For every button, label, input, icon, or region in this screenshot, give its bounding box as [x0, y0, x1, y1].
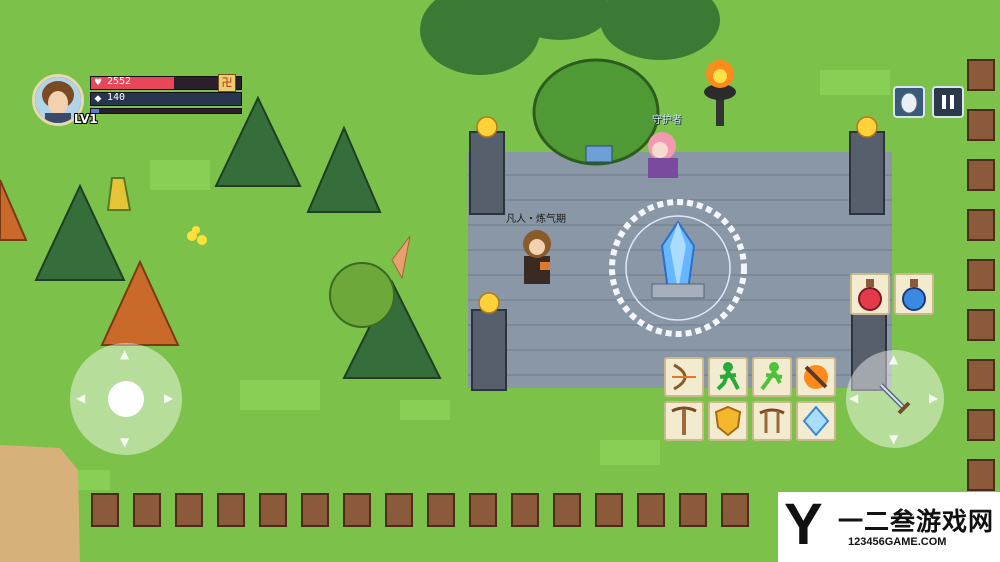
joystick-knob[interactable]	[108, 381, 144, 417]
mana-icon: ◆	[94, 94, 102, 104]
arrow-down-icon: ▼	[889, 432, 899, 446]
skill-slot-6[interactable]	[708, 401, 748, 441]
attack-button[interactable]: ▲ ▼ ◀ ▶	[846, 350, 944, 448]
player-status-panel: ♥ 2552 ◆ 140 LV1 卍	[30, 72, 242, 132]
hp-value: 2552	[107, 76, 132, 87]
egg-icon	[900, 92, 918, 114]
arrow-up-icon: ▲	[120, 347, 130, 361]
watermark-logo: Y	[784, 492, 823, 557]
fire-sword-icon	[804, 365, 828, 389]
arrow-left-icon: ◀	[76, 391, 86, 405]
heart-icon: ♥	[93, 78, 103, 88]
mp-value: 140	[107, 92, 126, 103]
player-level: LV1	[74, 112, 98, 126]
buff-icon[interactable]: 卍	[218, 74, 236, 92]
green-dash-icon	[760, 362, 783, 391]
player-name-label: 凡人・炼气期	[506, 214, 566, 225]
arrow-left-icon: ◀	[849, 391, 859, 405]
ice-crystal-icon	[802, 405, 830, 437]
skill-slot-4[interactable]	[796, 357, 836, 397]
golden-shield-icon	[714, 405, 742, 437]
skill-slot-2[interactable]	[708, 357, 748, 397]
skill-slot-7[interactable]	[752, 401, 792, 441]
sword-icon	[879, 383, 911, 415]
skill-slot-1[interactable]	[664, 357, 704, 397]
crossbow-icon	[671, 406, 697, 435]
mp-bar: ◆ 140	[90, 92, 242, 106]
npc-name-label: 守护者	[652, 115, 682, 126]
site-watermark: Y 一二叁游戏网 123456GAME.COM	[778, 492, 1000, 562]
red-potion-icon	[858, 279, 882, 311]
multi-crossbow-icon	[759, 408, 785, 433]
arrow-down-icon: ▼	[120, 435, 130, 449]
skill-slot-3[interactable]	[752, 357, 792, 397]
watermark-url: 123456GAME.COM	[848, 536, 947, 548]
bow-shot-icon	[672, 363, 696, 391]
blue-potion-icon	[902, 279, 926, 311]
hp-potion-slot[interactable]	[850, 273, 890, 315]
watermark-title: 一二叁游戏网	[838, 507, 995, 536]
pause-button[interactable]	[932, 86, 964, 118]
arrow-right-icon: ▶	[929, 391, 939, 405]
hp-bar-fill	[91, 77, 174, 89]
arrow-up-icon: ▲	[889, 352, 899, 366]
virtual-joystick[interactable]: ▲ ▼ ◀ ▶	[70, 343, 182, 455]
pet-egg-button[interactable]	[893, 86, 925, 118]
green-runner-icon	[716, 362, 740, 391]
arrow-right-icon: ▶	[164, 391, 174, 405]
exp-bar	[90, 108, 242, 114]
skill-slot-8[interactable]	[796, 401, 836, 441]
skill-slot-5[interactable]	[664, 401, 704, 441]
pause-icon	[942, 95, 954, 109]
mp-potion-slot[interactable]	[894, 273, 934, 315]
